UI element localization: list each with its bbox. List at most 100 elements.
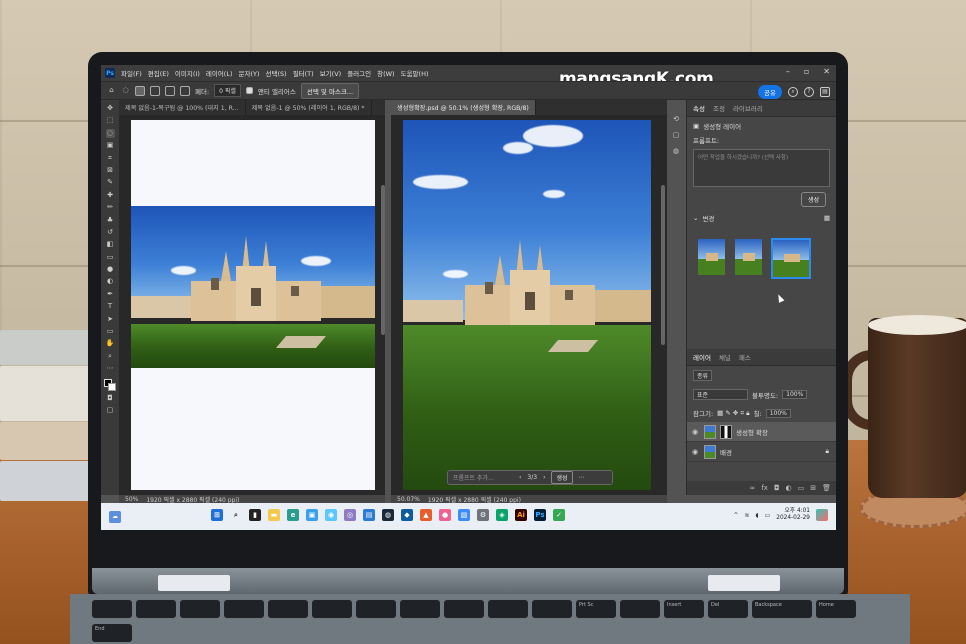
- layer-row-background[interactable]: ◉ 배경 🔒︎: [687, 442, 836, 462]
- brush-tool-icon[interactable]: ✏: [106, 203, 115, 212]
- menu-window[interactable]: 창(W): [377, 68, 394, 78]
- blur-tool-icon[interactable]: ●: [106, 265, 115, 274]
- minimize-icon[interactable]: –: [786, 67, 790, 76]
- menu-image[interactable]: 이미지(I): [175, 68, 200, 78]
- more-tools-icon[interactable]: ⋯: [106, 364, 115, 373]
- app-icon[interactable]: ▤: [363, 509, 375, 521]
- help-icon[interactable]: ?: [804, 87, 814, 97]
- task-view-icon[interactable]: ▮: [249, 509, 261, 521]
- quick-mask-icon[interactable]: ◘: [106, 394, 115, 403]
- adjust-icon[interactable]: ◍: [672, 147, 681, 156]
- close-icon[interactable]: ✕: [823, 67, 830, 76]
- next-variation-icon[interactable]: ›: [543, 474, 545, 481]
- hand-tool-icon[interactable]: ✋: [106, 339, 115, 348]
- layer-row-generative-expand[interactable]: ◉ 생성형 확장: [687, 422, 836, 442]
- intersect-selection-icon[interactable]: [180, 85, 190, 96]
- volume-icon[interactable]: ◖: [755, 512, 758, 519]
- widgets-icon[interactable]: ☁: [109, 511, 121, 523]
- variation-thumbnail-2[interactable]: [734, 238, 763, 276]
- new-layer-icon[interactable]: ⊞: [810, 484, 816, 492]
- maximize-icon[interactable]: ▫: [804, 67, 809, 76]
- opacity-input[interactable]: 100%: [782, 390, 808, 399]
- menu-view[interactable]: 보기(V): [320, 68, 341, 78]
- prompt-textarea[interactable]: 어떤 작업을 하시겠습니까? (선택 사항): [693, 149, 830, 187]
- layer-mask-thumbnail[interactable]: [720, 424, 732, 439]
- workspace-icon[interactable]: ▤: [820, 87, 830, 97]
- app-icon[interactable]: ◈: [496, 509, 508, 521]
- history-brush-icon[interactable]: ↺: [106, 228, 115, 237]
- app-icon[interactable]: ▲: [420, 509, 432, 521]
- wifi-icon[interactable]: ≋: [744, 512, 749, 519]
- color-swatches[interactable]: [104, 378, 116, 391]
- delete-layer-icon[interactable]: 🗑︎: [822, 484, 831, 492]
- menu-edit[interactable]: 편집(E): [148, 68, 169, 78]
- generate-button[interactable]: 생성: [551, 471, 573, 484]
- tab-recovered-doc[interactable]: 제목 없음-1-복구됨 @ 100% (대지 1, R...: [119, 100, 246, 115]
- layer-filter-select[interactable]: 종류: [693, 370, 713, 381]
- gradient-tool-icon[interactable]: ▭: [106, 253, 115, 262]
- previous-variation-icon[interactable]: ‹: [519, 474, 521, 481]
- lasso-tool-icon[interactable]: ◌: [121, 86, 130, 95]
- tab-layers[interactable]: 레이어: [693, 352, 711, 362]
- store-icon[interactable]: ▣: [306, 509, 318, 521]
- app-icon[interactable]: ◉: [325, 509, 337, 521]
- add-mask-icon[interactable]: ◘: [774, 484, 780, 492]
- menu-plugins[interactable]: 플러그인: [347, 68, 371, 78]
- photoshop-icon[interactable]: Ps: [534, 509, 546, 521]
- adjustment-layer-icon[interactable]: ◐: [786, 484, 792, 492]
- tab-untitled-doc[interactable]: 제목 없음-1 @ 50% (레이어 1, RGB/8) *: [246, 100, 372, 115]
- prompt-input[interactable]: 프롬프트 추가...: [453, 473, 513, 482]
- dodge-tool-icon[interactable]: ◐: [106, 277, 115, 286]
- frame-tool-icon[interactable]: ⊠: [106, 166, 115, 175]
- app-icon[interactable]: ◎: [344, 509, 356, 521]
- tab-channels[interactable]: 채널: [719, 352, 731, 362]
- eyedropper-tool-icon[interactable]: ✎: [106, 178, 115, 187]
- add-selection-icon[interactable]: [150, 85, 160, 96]
- type-tool-icon[interactable]: T: [106, 302, 115, 311]
- lock-icons[interactable]: ▦ ✎ ✥ ⌗ 🔒︎: [717, 409, 749, 418]
- object-select-tool-icon[interactable]: ▣: [106, 141, 115, 150]
- blend-mode-select[interactable]: 표준: [693, 389, 748, 400]
- healing-brush-icon[interactable]: ✚: [106, 191, 115, 200]
- path-select-icon[interactable]: ➤: [106, 315, 115, 324]
- comments-icon[interactable]: ▢: [672, 131, 681, 140]
- menu-type[interactable]: 문자(Y): [239, 68, 260, 78]
- link-layers-icon[interactable]: ∞: [750, 484, 756, 492]
- steam-icon[interactable]: ◍: [382, 509, 394, 521]
- menu-select[interactable]: 선택(S): [266, 68, 287, 78]
- pen-tool-icon[interactable]: ✒: [106, 290, 115, 299]
- subtract-selection-icon[interactable]: [165, 85, 175, 96]
- more-options-icon[interactable]: ⋯: [579, 474, 585, 481]
- history-icon[interactable]: ⟲: [672, 115, 681, 124]
- photos-icon[interactable]: ▨: [458, 509, 470, 521]
- chevron-up-icon[interactable]: ^: [733, 512, 738, 519]
- variation-thumbnail-1[interactable]: [697, 238, 726, 276]
- edge-icon[interactable]: e: [287, 509, 299, 521]
- feather-input[interactable]: 0 픽셀: [214, 84, 241, 97]
- copilot-icon[interactable]: [816, 509, 828, 521]
- fill-input[interactable]: 100%: [765, 408, 791, 418]
- search-icon[interactable]: ⌕: [788, 87, 798, 97]
- tab-adjustments[interactable]: 조정: [713, 103, 725, 113]
- lasso-tool-icon[interactable]: ◌: [105, 128, 115, 138]
- crop-tool-icon[interactable]: ⌗: [106, 154, 115, 163]
- eraser-tool-icon[interactable]: ◧: [106, 240, 115, 249]
- search-icon[interactable]: ⌕: [230, 509, 242, 521]
- app-icon[interactable]: ◆: [401, 509, 413, 521]
- tab-paths[interactable]: 패스: [739, 352, 751, 362]
- chevron-down-icon[interactable]: ⌄: [693, 214, 698, 222]
- menu-filter[interactable]: 필터(T): [293, 68, 314, 78]
- left-document-canvas[interactable]: [119, 115, 385, 495]
- file-explorer-icon[interactable]: ▬: [268, 509, 280, 521]
- start-icon[interactable]: ⊞: [211, 509, 223, 521]
- grid-view-icon[interactable]: ▦: [824, 214, 830, 222]
- clone-stamp-icon[interactable]: ♣: [106, 216, 115, 225]
- share-button[interactable]: 공유: [758, 85, 782, 99]
- rectangle-tool-icon[interactable]: ▭: [106, 327, 115, 336]
- new-group-icon[interactable]: ▭: [798, 484, 805, 492]
- visibility-eye-icon[interactable]: ◉: [692, 448, 700, 456]
- fx-icon[interactable]: fx: [761, 484, 768, 492]
- select-and-mask-button[interactable]: 선택 및 마스크...: [300, 82, 360, 99]
- marquee-tool-icon[interactable]: ⬚: [106, 116, 115, 125]
- left-scrollbar[interactable]: [381, 185, 385, 335]
